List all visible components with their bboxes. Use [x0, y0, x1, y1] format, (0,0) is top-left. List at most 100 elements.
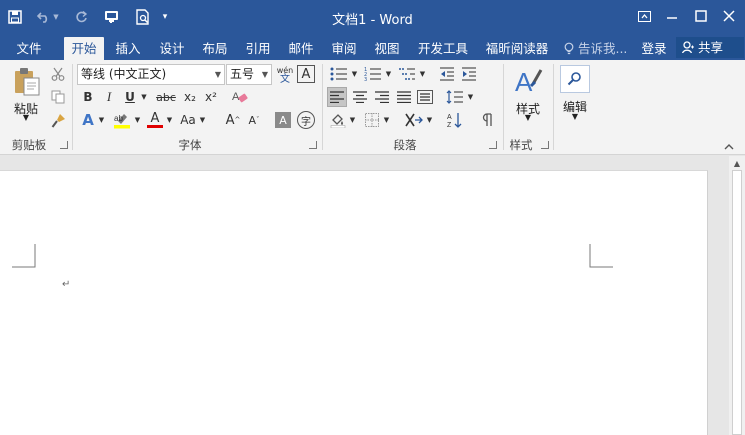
multilevel-dropdown-icon[interactable]: ▼: [418, 64, 427, 84]
tell-me-box[interactable]: 告诉我...: [564, 37, 627, 60]
tab-view[interactable]: 视图: [369, 37, 405, 60]
font-size-dropdown[interactable]: 五号 ▼: [226, 64, 272, 85]
character-shading-button[interactable]: A: [275, 112, 291, 128]
shrink-font-button[interactable]: Aˇ: [245, 110, 263, 130]
styles-group-label: 样式: [509, 138, 533, 152]
justify-icon[interactable]: [394, 87, 414, 107]
highlight-icon[interactable]: ab: [111, 110, 133, 130]
collapse-ribbon-icon[interactable]: [721, 140, 737, 152]
align-right-icon[interactable]: [372, 87, 392, 107]
share-button[interactable]: 共享: [676, 37, 744, 58]
paste-dropdown-icon[interactable]: ▼: [18, 113, 34, 122]
line-spacing-dropdown-icon[interactable]: ▼: [466, 87, 475, 107]
save-icon[interactable]: [4, 6, 26, 28]
paste-button[interactable]: [10, 66, 44, 98]
phonetic-bottom: 文: [280, 73, 290, 85]
character-border-button[interactable]: A: [297, 65, 315, 83]
scrollbar-thumb[interactable]: [732, 170, 742, 435]
borders-dropdown-icon[interactable]: ▼: [382, 110, 391, 130]
enclose-characters-button[interactable]: 字: [297, 111, 315, 129]
numbering-icon[interactable]: 123: [362, 64, 384, 84]
shading-dropdown-icon[interactable]: ▼: [348, 110, 357, 130]
multilevel-list-icon[interactable]: [396, 64, 418, 84]
clipboard-launcher-icon[interactable]: [60, 141, 68, 149]
decrease-indent-icon[interactable]: [437, 64, 457, 84]
font-color-dropdown-icon[interactable]: ▼: [165, 110, 174, 130]
font-name-dropdown[interactable]: 等线 (中文正文) ▼: [77, 64, 225, 85]
vertical-scrollbar[interactable]: ▲: [729, 156, 745, 435]
styles-launcher-icon[interactable]: [541, 141, 549, 149]
document-area: ↵ ▲: [0, 156, 745, 435]
customize-icon[interactable]: ▾: [158, 6, 172, 28]
shading-icon[interactable]: [328, 110, 348, 130]
group-divider: [322, 64, 323, 150]
phonetic-guide-button[interactable]: wén 文: [275, 64, 295, 85]
close-icon[interactable]: [716, 4, 742, 28]
maximize-icon[interactable]: [688, 4, 714, 28]
font-launcher-icon[interactable]: [309, 141, 317, 149]
find-icon[interactable]: [560, 65, 590, 93]
redo-icon[interactable]: [70, 6, 92, 28]
chinese-layout-dropdown-icon[interactable]: ▼: [425, 110, 434, 130]
tab-home[interactable]: 开始: [64, 37, 104, 60]
text-effects-button[interactable]: A: [79, 110, 97, 130]
document-page[interactable]: ↵: [0, 170, 708, 435]
tab-insert[interactable]: 插入: [110, 37, 146, 60]
tell-me-placeholder: 告诉我...: [577, 41, 628, 56]
minimize-icon[interactable]: [659, 4, 685, 28]
bullets-dropdown-icon[interactable]: ▼: [350, 64, 359, 84]
copy-icon[interactable]: [48, 87, 68, 107]
svg-text:A: A: [232, 91, 240, 103]
tab-foxit-reader[interactable]: 福昕阅读器: [480, 37, 554, 60]
editing-dropdown-icon[interactable]: ▼: [567, 112, 583, 121]
scroll-up-icon[interactable]: ▲: [729, 156, 745, 170]
align-center-icon[interactable]: [350, 87, 370, 107]
signin-link[interactable]: 登录: [636, 37, 672, 60]
tab-layout[interactable]: 布局: [197, 37, 233, 60]
underline-button[interactable]: U: [121, 88, 139, 106]
print-preview-icon[interactable]: [132, 6, 154, 28]
strikethrough-button[interactable]: abc: [153, 88, 179, 106]
tab-developer[interactable]: 开发工具: [413, 37, 473, 60]
group-divider: [553, 64, 554, 150]
text-effects-dropdown-icon[interactable]: ▼: [97, 110, 106, 130]
underline-dropdown-icon[interactable]: ▼: [139, 88, 149, 106]
show-marks-icon[interactable]: [479, 110, 497, 130]
cut-icon[interactable]: [48, 64, 68, 84]
tab-mailings[interactable]: 邮件: [283, 37, 319, 60]
undo-icon[interactable]: ▼: [34, 6, 62, 28]
tab-review[interactable]: 审阅: [326, 37, 362, 60]
font-color-button[interactable]: A: [145, 110, 165, 130]
italic-button[interactable]: I: [100, 88, 118, 106]
shrink-font-glyph: A: [248, 113, 257, 127]
change-case-button[interactable]: Aa: [178, 110, 198, 130]
title-bar: ▼ ▾ 文档1 - Word: [0, 0, 745, 34]
line-spacing-icon[interactable]: [444, 87, 466, 107]
paragraph-launcher-icon[interactable]: [489, 141, 497, 149]
numbering-dropdown-icon[interactable]: ▼: [384, 64, 393, 84]
align-left-icon[interactable]: [327, 87, 347, 107]
clear-formatting-icon[interactable]: A: [230, 87, 250, 107]
grow-font-button[interactable]: A ^: [224, 110, 242, 130]
subscript-button[interactable]: x₂: [181, 88, 199, 106]
bullets-icon[interactable]: [328, 64, 350, 84]
increase-indent-icon[interactable]: [459, 64, 479, 84]
tab-file[interactable]: 文件: [6, 37, 52, 60]
styles-dropdown-icon[interactable]: ▼: [520, 113, 536, 122]
ribbon: 粘贴 ▼ 剪贴板 等线 (中文正文) ▼ 五号 ▼ wén 文 A B I U …: [0, 60, 745, 155]
chevron-down-icon: ▼: [214, 70, 221, 79]
touch-mode-icon[interactable]: [100, 6, 124, 28]
bold-button[interactable]: B: [79, 88, 97, 106]
format-painter-icon[interactable]: [48, 110, 68, 130]
change-case-dropdown-icon[interactable]: ▼: [198, 110, 207, 130]
styles-gallery-icon[interactable]: A: [511, 64, 545, 98]
highlight-dropdown-icon[interactable]: ▼: [133, 110, 142, 130]
borders-icon[interactable]: [362, 110, 382, 130]
superscript-button[interactable]: x²: [202, 88, 220, 106]
sort-icon[interactable]: AZ: [445, 110, 465, 130]
tab-design[interactable]: 设计: [154, 37, 190, 60]
ribbon-display-icon[interactable]: [631, 4, 657, 28]
chinese-layout-icon[interactable]: [403, 110, 425, 130]
distributed-icon[interactable]: [415, 87, 435, 107]
tab-references[interactable]: 引用: [240, 37, 276, 60]
